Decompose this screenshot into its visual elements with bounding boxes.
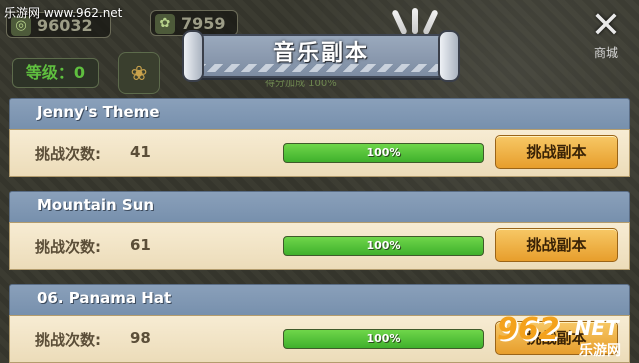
shop-label: 商城	[593, 46, 618, 60]
progress-text: 100%	[366, 146, 401, 159]
logo-suffix: .NET	[567, 316, 619, 340]
progress-text: 100%	[366, 332, 401, 345]
title-banner: 音乐副本	[176, 28, 466, 82]
attempts-value: 61	[130, 236, 151, 254]
watermark-text: 乐游网 www.962.net	[4, 6, 123, 20]
attempts-label: 挑战次数:	[35, 145, 101, 163]
progress-bar: 100%	[283, 329, 484, 349]
song-title: Mountain Sun	[37, 196, 155, 214]
progress-text: 100%	[366, 239, 401, 252]
row-header: 06. Panama Hat	[9, 284, 630, 315]
attempts-value: 41	[130, 143, 151, 161]
player-level: 等级：0	[12, 58, 99, 88]
row-body: 挑战次数: 61 100% 挑战副本	[9, 222, 630, 270]
song-title: Jenny's Theme	[37, 103, 160, 121]
row-body: 挑战次数: 41 100% 挑战副本	[9, 129, 630, 177]
attempts-label: 挑战次数:	[35, 331, 101, 349]
gem-icon: ✿	[155, 14, 175, 34]
dungeon-row: Jenny's Theme 挑战次数: 41 100% 挑战副本	[9, 98, 630, 177]
dungeon-row: Mountain Sun 挑战次数: 61 100% 挑战副本	[9, 191, 630, 270]
progress-bar: 100%	[283, 236, 484, 256]
logo-cn: 乐游网	[579, 343, 621, 359]
song-title: 06. Panama Hat	[37, 289, 172, 307]
attempts-value: 98	[130, 329, 151, 347]
site-logo: 962 .NET 乐游网	[497, 312, 635, 359]
bag-icon[interactable]: ❀	[118, 52, 160, 94]
challenge-button[interactable]: 挑战副本	[495, 135, 618, 169]
attempts-label: 挑战次数:	[35, 238, 101, 256]
row-header: Mountain Sun	[9, 191, 630, 222]
logo-number: 962	[497, 312, 560, 347]
close-button[interactable]: ✕ 商城	[584, 5, 628, 61]
page-title: 音乐副本	[272, 41, 369, 66]
challenge-button[interactable]: 挑战副本	[495, 228, 618, 262]
close-x-icon: ✕	[590, 5, 622, 46]
progress-bar: 100%	[283, 143, 484, 163]
row-header: Jenny's Theme	[9, 98, 630, 129]
